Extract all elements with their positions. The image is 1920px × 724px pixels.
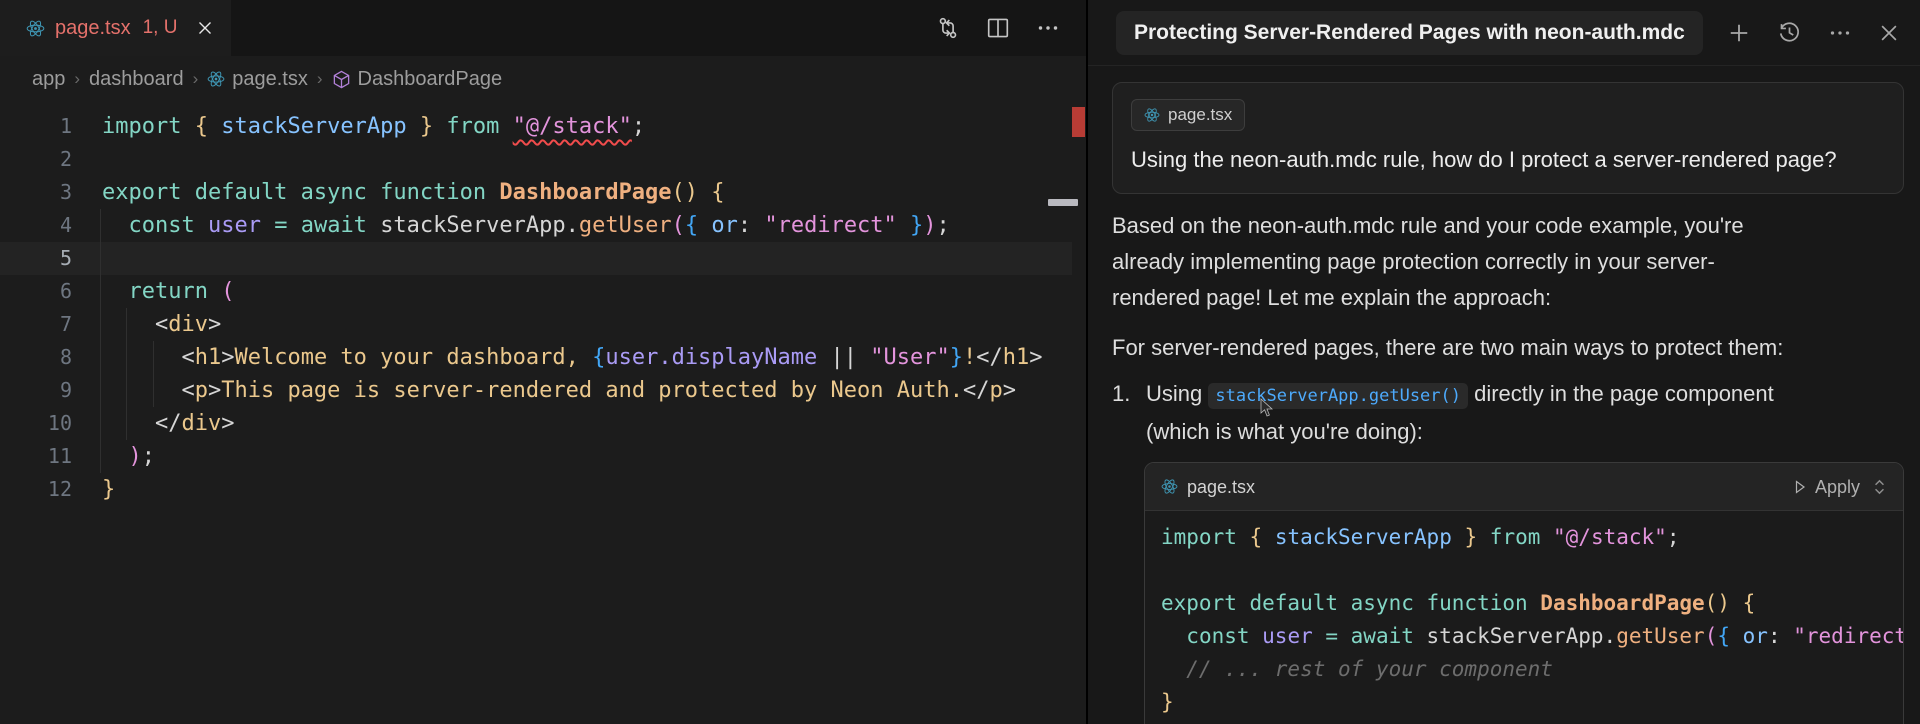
chat-more-actions-icon[interactable] bbox=[1828, 21, 1852, 45]
answer-paragraph-1: Based on the neon-auth.mdc rule and your… bbox=[1112, 208, 1802, 316]
code-editor[interactable]: 123456789101112 import { stackServerApp … bbox=[0, 110, 1086, 724]
symbol-cube-icon bbox=[332, 70, 351, 89]
breadcrumb-item-app[interactable]: app bbox=[32, 68, 65, 91]
editor-pane: page.tsx 1, U bbox=[0, 0, 1086, 724]
react-file-icon bbox=[207, 70, 225, 88]
editor-tab-bar: page.tsx 1, U bbox=[0, 0, 1086, 56]
tab-decorations: 1, U bbox=[143, 17, 178, 39]
new-chat-icon[interactable] bbox=[1727, 21, 1751, 45]
app-window: page.tsx 1, U bbox=[0, 0, 1920, 724]
line-number: 8 bbox=[0, 341, 72, 374]
attached-file-chip[interactable]: page.tsx bbox=[1131, 99, 1245, 131]
tab-page-tsx[interactable]: page.tsx 1, U bbox=[0, 0, 231, 56]
chat-messages: page.tsx Using the neon-auth.mdc rule, h… bbox=[1088, 66, 1920, 724]
chevron-right-icon: › bbox=[316, 69, 324, 89]
chat-pane: Protecting Server-Rendered Pages with ne… bbox=[1086, 0, 1920, 724]
line-number: 7 bbox=[0, 308, 72, 341]
line-number: 10 bbox=[0, 407, 72, 440]
tab-file-name: page.tsx bbox=[55, 17, 131, 40]
error-marker bbox=[1072, 107, 1085, 137]
editor-gutter: 123456789101112 bbox=[0, 110, 72, 506]
answer-paragraph-2: For server-rendered pages, there are two… bbox=[1112, 330, 1904, 366]
chat-header-actions bbox=[1727, 20, 1900, 45]
code-line: ); bbox=[102, 440, 1042, 473]
breadcrumb-item-dashboardpage[interactable]: DashboardPage bbox=[332, 68, 503, 91]
code-line bbox=[102, 242, 1042, 275]
code-line: return ( bbox=[102, 275, 1042, 308]
list-text-pre: Using bbox=[1146, 381, 1208, 406]
chat-code-lines: import { stackServerApp } from "@/stack"… bbox=[1145, 511, 1903, 724]
split-editor-icon[interactable] bbox=[986, 16, 1010, 40]
react-file-icon bbox=[26, 19, 45, 38]
git-compare-icon[interactable] bbox=[936, 16, 960, 40]
code-block-file: page.tsx bbox=[1161, 469, 1255, 505]
breadcrumb-item-dashboard[interactable]: dashboard bbox=[89, 68, 184, 91]
breadcrumb: app › dashboard › page.tsx › bbox=[0, 56, 1086, 102]
apply-button[interactable]: Apply bbox=[1792, 469, 1860, 505]
editor-overview-ruler[interactable] bbox=[1072, 56, 1086, 724]
chevron-right-icon: › bbox=[192, 69, 200, 89]
chevron-right-icon: › bbox=[73, 69, 81, 89]
code-line: export default async function DashboardP… bbox=[1161, 587, 1887, 620]
history-icon[interactable] bbox=[1777, 20, 1802, 45]
line-number: 5 bbox=[0, 242, 72, 275]
expand-collapse-icon[interactable] bbox=[1872, 478, 1887, 496]
code-line: </div> bbox=[102, 407, 1042, 440]
line-number: 6 bbox=[0, 275, 72, 308]
code-line: import { stackServerApp } from "@/stack"… bbox=[1161, 521, 1887, 554]
code-line: <div> bbox=[102, 308, 1042, 341]
code-block-header: page.tsx Apply bbox=[1145, 463, 1903, 511]
code-line: } bbox=[1161, 686, 1887, 719]
code-line: const user = await stackServerApp.getUse… bbox=[102, 209, 1042, 242]
line-number: 2 bbox=[0, 143, 72, 176]
line-number: 12 bbox=[0, 473, 72, 506]
line-number: 9 bbox=[0, 374, 72, 407]
user-question-text: Using the neon-auth.mdc rule, how do I p… bbox=[1131, 147, 1885, 173]
code-line: <h1>Welcome to your dashboard, {user.dis… bbox=[102, 341, 1042, 374]
line-number: 11 bbox=[0, 440, 72, 473]
code-line: // ... rest of your component bbox=[1161, 653, 1887, 686]
code-line: <p>This page is server-rendered and prot… bbox=[102, 374, 1042, 407]
line-number: 4 bbox=[0, 209, 72, 242]
code-block-actions: Apply bbox=[1792, 469, 1887, 505]
cursor-position-marker bbox=[1048, 199, 1078, 206]
chat-header: Protecting Server-Rendered Pages with ne… bbox=[1088, 0, 1920, 66]
tab-close-icon[interactable] bbox=[197, 20, 213, 36]
attached-file-name: page.tsx bbox=[1168, 105, 1232, 125]
chat-title[interactable]: Protecting Server-Rendered Pages with ne… bbox=[1116, 11, 1703, 55]
assistant-message: Based on the neon-auth.mdc rule and your… bbox=[1112, 208, 1904, 724]
close-panel-icon[interactable] bbox=[1878, 22, 1900, 44]
code-line: export default async function DashboardP… bbox=[102, 176, 1042, 209]
code-line: const user = await stackServerApp.getUse… bbox=[1161, 620, 1887, 653]
code-line: import { stackServerApp } from "@/stack"… bbox=[102, 110, 1042, 143]
code-line bbox=[102, 143, 1042, 176]
answer-list-item-1: 1. Using stackServerApp.getUser() direct… bbox=[1112, 376, 1812, 450]
editor-toolbar bbox=[936, 0, 1060, 56]
code-line: } bbox=[102, 473, 1042, 506]
code-line bbox=[1161, 554, 1887, 587]
editor-more-actions-icon[interactable] bbox=[1036, 16, 1060, 40]
code-block-card: page.tsx Apply bbox=[1144, 462, 1904, 724]
list-number: 1. bbox=[1112, 376, 1130, 412]
breadcrumb-item-page-tsx[interactable]: page.tsx bbox=[207, 68, 308, 91]
react-file-icon bbox=[1144, 107, 1160, 123]
line-number: 1 bbox=[0, 110, 72, 143]
inline-code: stackServerApp.getUser() bbox=[1208, 383, 1468, 409]
user-message: page.tsx Using the neon-auth.mdc rule, h… bbox=[1112, 82, 1904, 194]
editor-code-lines: import { stackServerApp } from "@/stack"… bbox=[102, 110, 1042, 506]
react-file-icon bbox=[1161, 478, 1178, 495]
line-number: 3 bbox=[0, 176, 72, 209]
